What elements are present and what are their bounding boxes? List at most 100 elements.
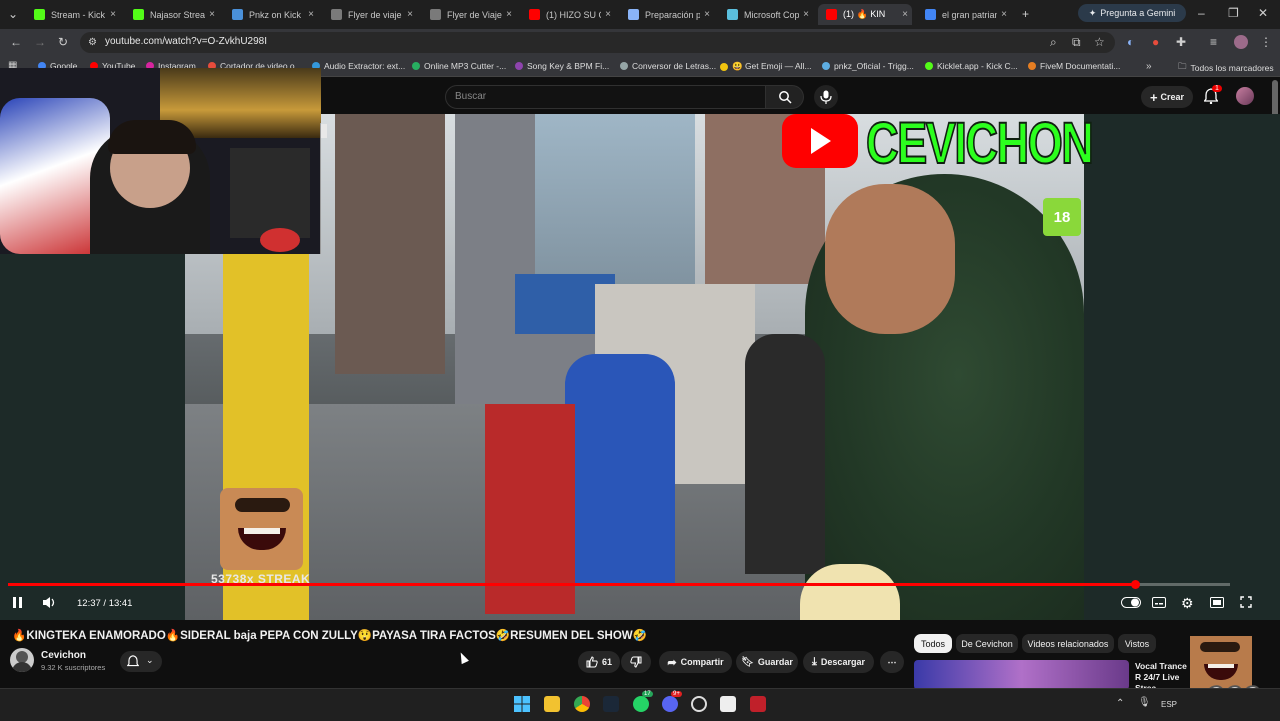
recommended-thumbnail[interactable] — [914, 660, 1129, 690]
browser-tab[interactable]: Stream - Kick × — [26, 4, 120, 25]
fullscreen-button[interactable] — [1240, 596, 1252, 611]
bookmark-favicon-icon — [515, 62, 523, 70]
bookmark-item[interactable]: Audio Extractor: ext... — [312, 61, 405, 71]
bookmark-star-icon[interactable]: ☆ — [1094, 36, 1105, 48]
close-window-icon[interactable]: ✕ — [1258, 7, 1268, 19]
more-actions-button[interactable]: ⋯ — [880, 651, 904, 673]
file-explorer-icon[interactable] — [544, 696, 560, 712]
gemini-button[interactable]: ✦ Pregunta a Gemini — [1078, 4, 1186, 22]
capture-app-icon[interactable] — [720, 696, 736, 712]
chip-from-channel[interactable]: De Cevichon — [956, 634, 1018, 653]
language-indicator[interactable]: ESP — [1161, 700, 1177, 709]
download-button[interactable]: ⤓ Descargar — [803, 651, 874, 673]
chrome-icon[interactable] — [574, 696, 590, 712]
account-avatar[interactable] — [1236, 87, 1254, 105]
install-icon[interactable]: ⧉ — [1072, 36, 1081, 48]
create-button[interactable]: + Crear — [1141, 86, 1193, 108]
search-input[interactable] — [445, 85, 766, 109]
obs-icon[interactable] — [691, 696, 707, 712]
bookmark-item[interactable]: 😃 Get Emoji — All... — [720, 61, 812, 72]
tab-favicon-icon — [430, 9, 441, 20]
tab-close-icon[interactable]: × — [304, 9, 318, 20]
settings-button[interactable]: ⚙ — [1181, 595, 1194, 612]
tab-close-icon[interactable]: × — [205, 9, 219, 20]
bookmark-item[interactable]: Kicklet.app - Kick C... — [925, 61, 1018, 71]
download-label: Descargar — [820, 657, 865, 667]
bookmark-item[interactable]: Online MP3 Cutter -... — [412, 61, 506, 71]
notifications-button[interactable]: 1 — [1203, 85, 1222, 105]
video-title: 🔥KINGTEKA ENAMORADO🔥SIDERAL baja PEPA CO… — [12, 630, 647, 642]
tab-close-icon[interactable]: × — [403, 9, 417, 20]
whatsapp-icon[interactable]: 17 — [633, 691, 653, 712]
tab-close-icon[interactable]: × — [601, 9, 615, 20]
browser-tab[interactable]: Microsoft Cop × — [719, 4, 813, 25]
extensions-puzzle-icon[interactable]: ✚ — [1176, 36, 1186, 48]
mouse-cursor — [457, 650, 469, 665]
tab-favicon-icon — [331, 9, 342, 20]
tab-close-icon[interactable]: × — [700, 9, 714, 20]
all-bookmarks-folder[interactable]: 🗀 Todos los marcadores — [1178, 61, 1274, 75]
subtitles-button[interactable] — [1152, 597, 1166, 611]
url-text[interactable]: youtube.com/watch?v=O-ZvkhU298I — [105, 36, 267, 47]
forward-icon[interactable]: → — [34, 36, 46, 48]
chip-watched[interactable]: Vistos — [1118, 634, 1156, 653]
tab-close-icon[interactable]: × — [502, 9, 516, 20]
voice-search-button[interactable] — [814, 85, 838, 109]
bookmark-icon: 🔖︎ — [741, 656, 754, 668]
bookmark-item[interactable]: Conversor de Letras... — [620, 61, 716, 71]
browser-tab[interactable]: Najasor Stream× — [125, 4, 219, 25]
browser-tab[interactable]: (1) HIZO SU C × — [521, 4, 615, 25]
autoplay-toggle[interactable] — [1121, 597, 1141, 611]
browser-tab[interactable]: Flyer de viaje × — [323, 4, 417, 25]
microphone-tray-icon[interactable]: 🎙︎ — [1138, 697, 1151, 709]
red-app-icon[interactable] — [750, 696, 766, 712]
browser-tab[interactable]: (1) 🔥 KIN × — [818, 4, 912, 25]
chip-related[interactable]: Videos relacionados — [1022, 634, 1114, 653]
new-tab-icon[interactable]: + — [1022, 8, 1029, 20]
extension-icon[interactable]: ◐ — [1127, 36, 1134, 48]
back-icon[interactable]: ← — [10, 36, 22, 48]
chip-all[interactable]: Todos — [914, 634, 952, 653]
tab-close-icon[interactable]: × — [106, 9, 120, 20]
media-icon[interactable]: ≡ — [1210, 36, 1217, 48]
browser-tab[interactable]: el gran patrian × — [917, 4, 1011, 25]
browser-tab[interactable]: Pnkz on Kick × — [224, 4, 318, 25]
discord-icon[interactable]: 9+ — [662, 691, 682, 712]
windows-start-icon[interactable] — [514, 696, 530, 712]
tab-close-icon[interactable]: × — [898, 9, 912, 20]
bookmark-item[interactable]: pnkz_Oficial - Trigg... — [822, 61, 914, 71]
save-button[interactable]: 🔖︎ Guardar — [736, 651, 798, 673]
dislike-button[interactable] — [621, 651, 651, 673]
channel-name[interactable]: Cevichon — [41, 650, 86, 661]
share-button[interactable]: ➦ Compartir — [659, 651, 732, 673]
browser-tab[interactable]: Preparación p × — [620, 4, 714, 25]
site-info-icon[interactable]: ⚙ — [88, 37, 97, 49]
age-rating-badge: 18 — [1043, 198, 1081, 236]
zoom-icon[interactable]: ⌕ — [1050, 36, 1057, 48]
restore-icon[interactable]: ❐ — [1228, 7, 1239, 19]
minimize-icon[interactable]: – — [1198, 7, 1205, 19]
tab-label: Najasor Stream — [150, 9, 205, 20]
theater-mode-button[interactable] — [1210, 597, 1224, 611]
pause-button[interactable] — [12, 596, 24, 612]
tab-close-icon[interactable]: × — [997, 9, 1011, 20]
browser-tab[interactable]: Flyer de Viaje × — [422, 4, 516, 25]
play-triangle-icon — [811, 128, 831, 154]
search-button[interactable] — [766, 85, 804, 109]
bookmark-item[interactable]: FiveM Documentati... — [1028, 61, 1120, 71]
tray-chevron-icon[interactable]: ⌃ — [1116, 698, 1124, 710]
profile-avatar[interactable] — [1234, 35, 1248, 49]
tab-search-icon[interactable]: ⌄ — [8, 8, 18, 20]
reload-icon[interactable]: ↻ — [58, 36, 68, 48]
channel-avatar[interactable] — [10, 648, 34, 672]
extension-red-icon[interactable]: ● — [1152, 36, 1159, 48]
bookmark-item[interactable]: Song Key & BPM Fi... — [515, 61, 609, 71]
menu-icon[interactable]: ⋮ — [1260, 36, 1272, 48]
more-bookmarks-icon[interactable]: » — [1146, 61, 1152, 73]
progress-scrubber[interactable] — [1130, 580, 1140, 589]
volume-button[interactable] — [42, 596, 58, 612]
subscription-bell-button[interactable]: ⌄ — [120, 651, 162, 672]
steam-icon[interactable] — [603, 696, 619, 712]
tab-close-icon[interactable]: × — [799, 9, 813, 20]
like-button[interactable]: 61 — [578, 651, 620, 673]
